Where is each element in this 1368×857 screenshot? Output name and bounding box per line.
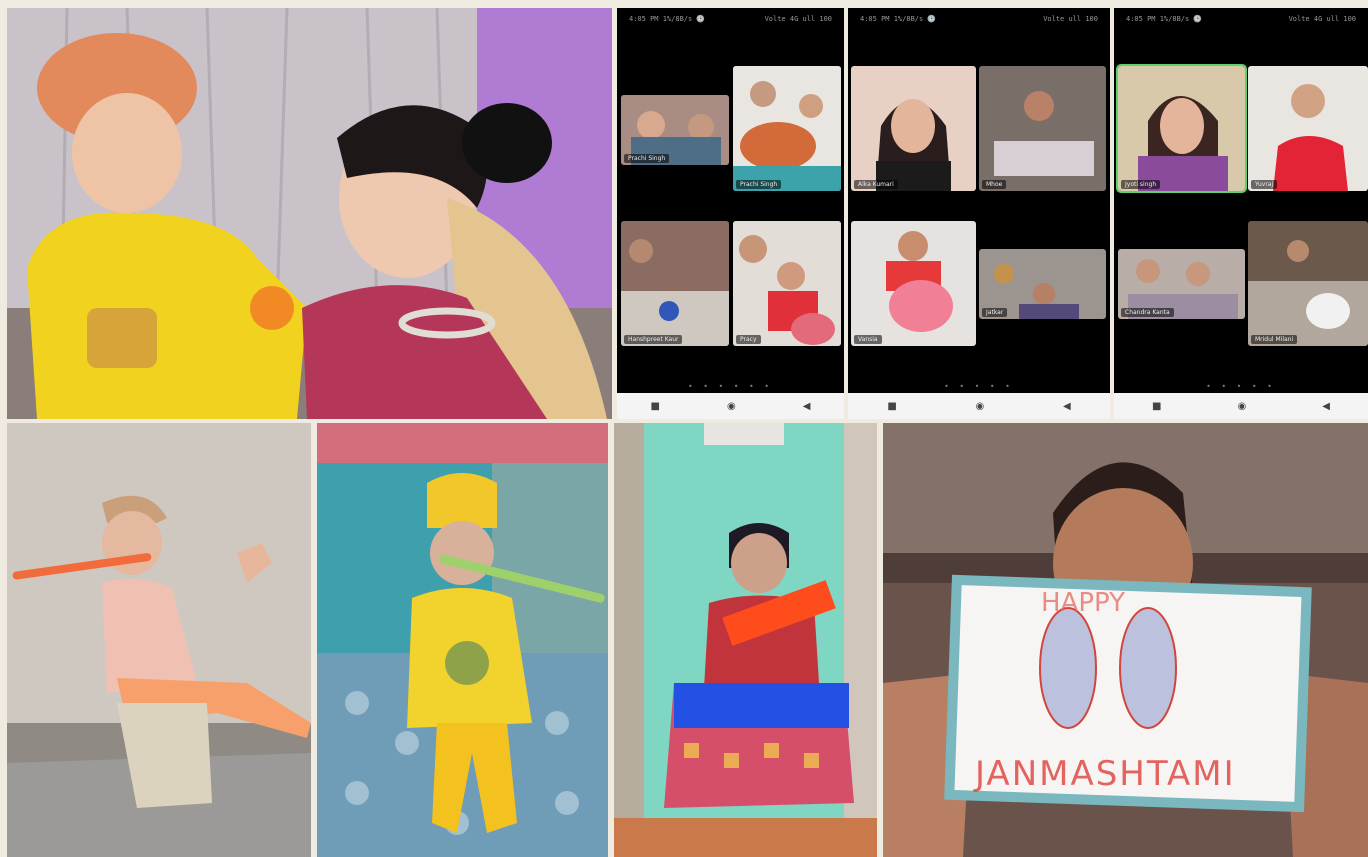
page-dots: • • • • • [1206,382,1276,391]
video-feed: Alka Kumari [851,66,976,191]
phone-screenshot-2: 4:05 PM 1%/8B/s 🕑 Volte ull 100 Alka Kuma… [848,8,1110,419]
participant-name: Mridul Milani [1251,335,1298,344]
video-feed: Mhoe [979,66,1106,191]
participant-name: Pracy [736,335,761,344]
android-navbar: ■ ◉ ◀ [617,393,844,419]
participant-name: Vansia [854,335,882,344]
participant-name: Alka Kumari [854,180,898,189]
video-feed: Hanshpreet Kaur [621,221,729,346]
participant-name: Prachi Singh [736,180,782,189]
phone-screenshot-1: 4:05 PM 1%/8B/s 🕑 Volte 4G ull 100 Prachi… [617,8,844,419]
video-feed: Jatkar [979,249,1106,319]
square-icon[interactable]: ■ [887,401,896,412]
back-triangle-icon[interactable]: ◀ [1322,401,1330,412]
android-navbar: ■ ◉ ◀ [848,393,1110,419]
square-icon[interactable]: ■ [1152,401,1161,412]
status-bar: 4:05 PM 1%/8B/s 🕑 Volte ull 100 [860,15,1098,23]
participant-name: Hanshpreet Kaur [624,335,683,344]
video-feed: Yuvraj [1248,66,1368,191]
video-feed: Jyoti singh [1116,64,1247,193]
video-feed: Mridul Milani [1248,221,1368,346]
drawing-top-text: HAPPY [1041,588,1125,618]
video-feed: Prachi Singh [733,66,841,191]
drawing-bottom-text: JANMASHTAMI [973,754,1236,794]
photo-child-drawing: HAPPY JANMASHTAMI [883,423,1368,857]
participant-name: Chandra Kanta [1121,308,1174,317]
back-triangle-icon[interactable]: ◀ [803,401,811,412]
photo-child-flute-2 [317,423,608,857]
phone-screenshot-3: 4:05 PM 1%/8B/s 🕑 Volte 4G ull 100 Jyoti … [1114,8,1368,419]
participant-name: Jatkar [982,308,1008,317]
participant-name: Prachi Singh [624,154,670,163]
video-feed: Prachi Singh [621,95,729,165]
circle-icon[interactable]: ◉ [727,401,736,412]
photo-child-ethnic-dress [614,423,877,857]
page-dots: • • • • • • [687,382,774,391]
circle-icon[interactable]: ◉ [976,401,985,412]
status-bar: 4:05 PM 1%/8B/s 🕑 Volte 4G ull 100 [1126,15,1356,23]
circle-icon[interactable]: ◉ [1238,401,1247,412]
photo-children-costume [7,8,612,419]
square-icon[interactable]: ■ [651,401,660,412]
status-bar: 4:05 PM 1%/8B/s 🕑 Volte 4G ull 100 [629,15,832,23]
photo-child-flute-1 [7,423,311,857]
android-navbar: ■ ◉ ◀ [1114,393,1368,419]
participant-name: Mhoe [982,180,1007,189]
video-feed: Pracy [733,221,841,346]
video-feed: Chandra Kanta [1118,249,1245,319]
video-feed: Vansia [851,221,976,346]
participant-name: Yuvraj [1251,180,1278,189]
page-dots: • • • • • [944,382,1014,391]
participant-name: Jyoti singh [1121,180,1161,189]
back-triangle-icon[interactable]: ◀ [1063,401,1071,412]
